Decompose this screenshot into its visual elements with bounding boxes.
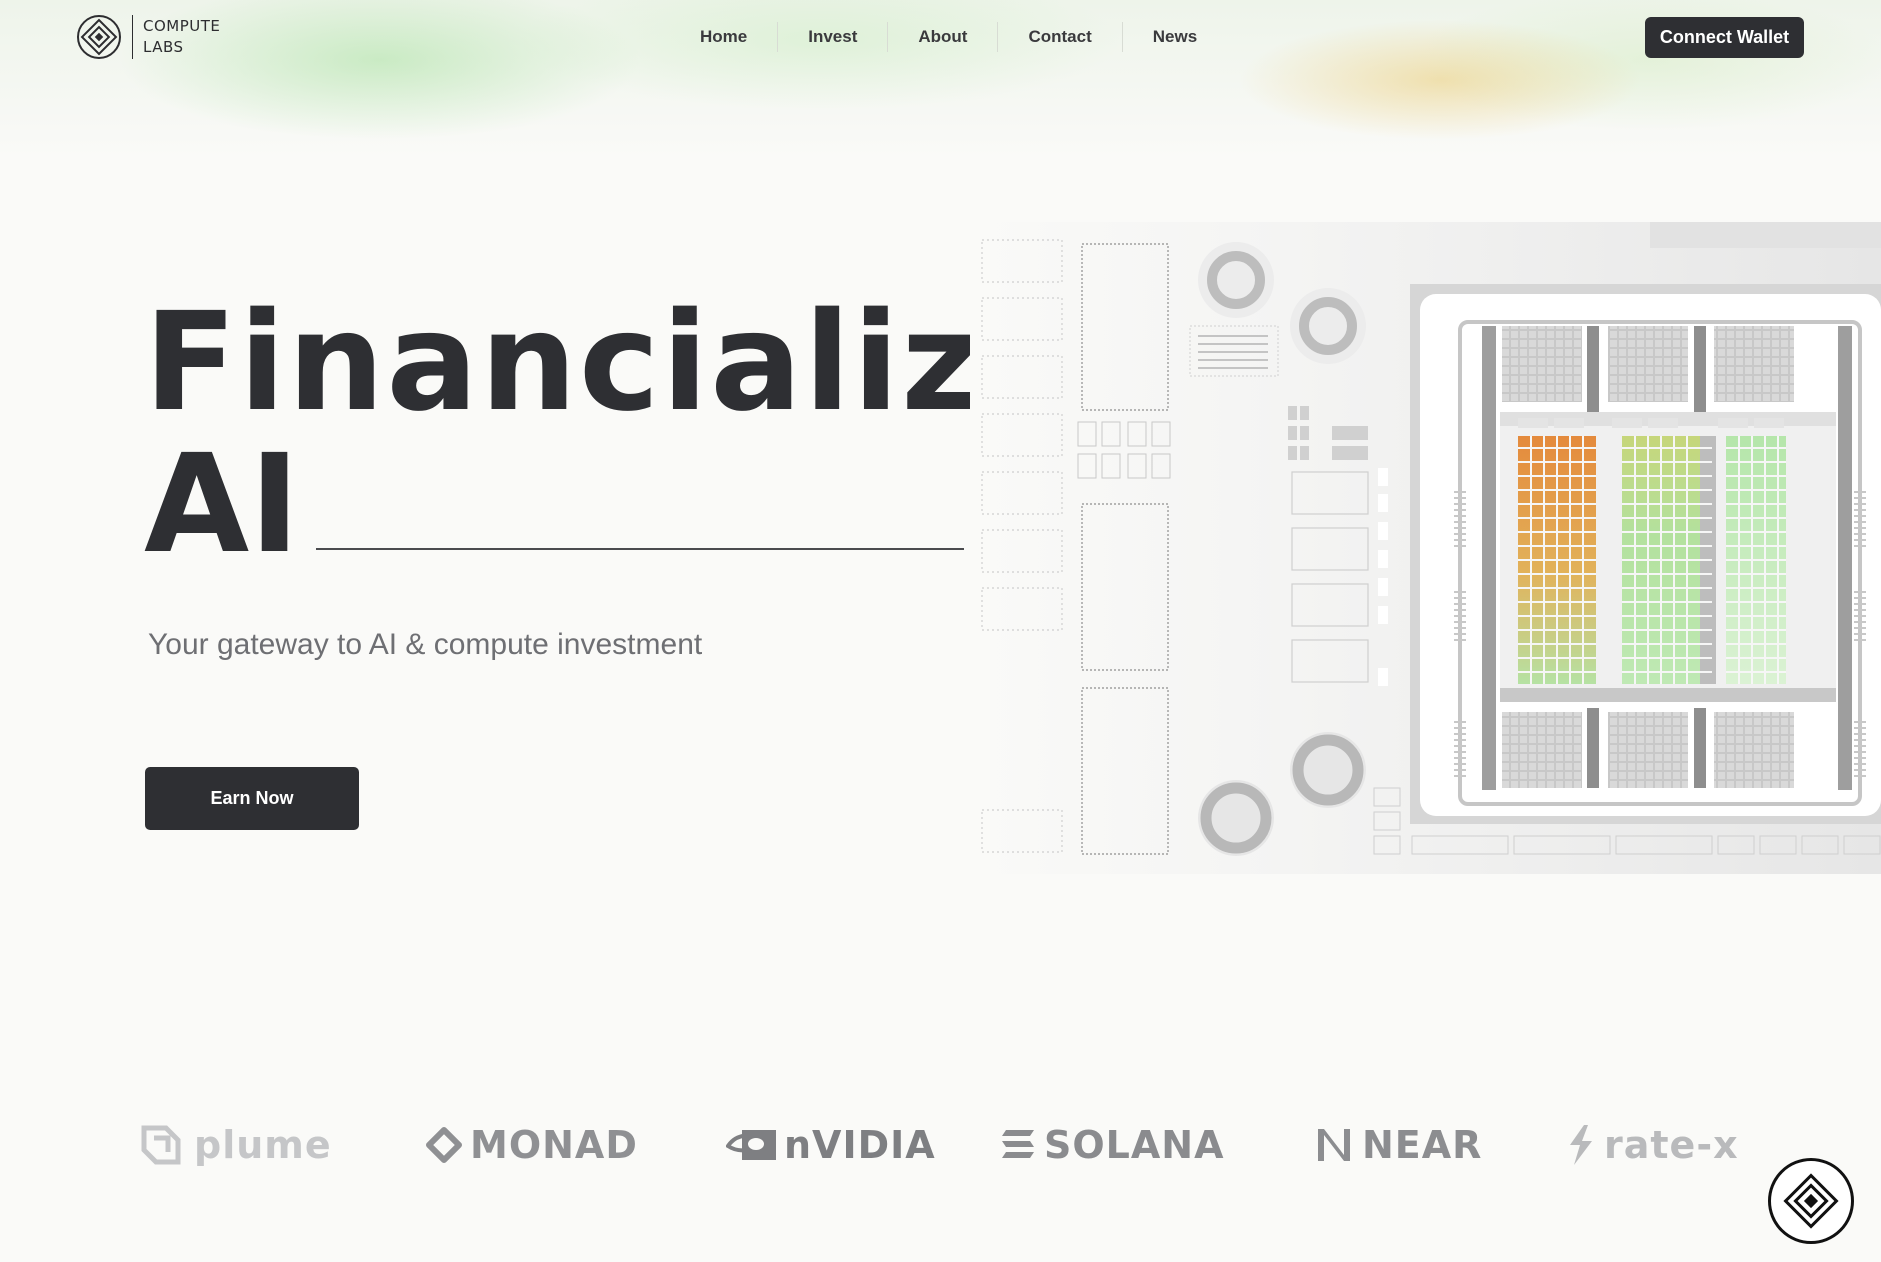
floating-brand-button[interactable] (1768, 1158, 1854, 1244)
partner-monad-name: MONAD (470, 1123, 638, 1167)
brand-wordmark: COMPUTE LABS (143, 16, 220, 58)
solana-logo-icon (1002, 1130, 1034, 1158)
gpu-chip-illustration (970, 220, 1881, 874)
nav-item-news[interactable]: News (1121, 22, 1227, 52)
partner-nvidia: nVIDIA (726, 1110, 936, 1180)
partner-solana-name: SOLANA (1044, 1123, 1225, 1167)
nav-item-home[interactable]: Home (670, 22, 777, 52)
site-header: COMPUTE LABS Home Invest About Contact N… (0, 0, 1881, 76)
near-logo-icon (1318, 1129, 1350, 1161)
chip-illustration-svg (970, 220, 1881, 874)
compute-labs-badge-icon (1783, 1173, 1839, 1229)
partners-strip: plume MONAD nVIDIA SOLANA NEAR rate-x (0, 1110, 1881, 1180)
monad-logo-icon (426, 1127, 462, 1163)
earn-now-button[interactable]: Earn Now (145, 767, 359, 830)
brand-logo[interactable]: COMPUTE LABS (76, 14, 220, 60)
nav-item-about[interactable]: About (887, 22, 997, 52)
plume-logo-icon (141, 1125, 181, 1165)
nav-item-invest[interactable]: Invest (777, 22, 887, 52)
partner-near: NEAR (1314, 1110, 1482, 1180)
hero-underline (316, 548, 964, 550)
compute-labs-logo-icon (77, 15, 121, 59)
ratex-logo-icon (1570, 1125, 1592, 1165)
connect-wallet-button[interactable]: Connect Wallet (1645, 17, 1804, 58)
brand-line-2: LABS (143, 38, 184, 56)
partner-plume: plume (140, 1110, 332, 1180)
main-nav: Home Invest About Contact News (670, 22, 1227, 52)
logo-divider (132, 15, 133, 59)
hero-subtitle: Your gateway to AI & compute investment (148, 628, 703, 661)
nvidia-logo-icon (726, 1130, 776, 1160)
brand-line-1: COMPUTE (143, 17, 221, 35)
nav-item-contact[interactable]: Contact (997, 22, 1121, 52)
partner-plume-name: plume (194, 1123, 332, 1167)
partner-near-name: NEAR (1362, 1123, 1483, 1167)
hero-title-line-2: AI (144, 426, 300, 584)
partner-solana: SOLANA (1000, 1110, 1225, 1180)
partner-ratex-name: rate-x (1604, 1123, 1739, 1167)
partner-ratex: rate-x (1566, 1110, 1739, 1180)
partner-nvidia-name: nVIDIA (784, 1123, 936, 1167)
partner-monad: MONAD (426, 1110, 638, 1180)
